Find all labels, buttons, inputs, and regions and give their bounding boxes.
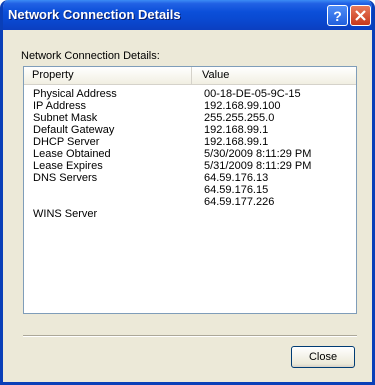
value-cell: 00-18-DE-05-9C-15	[204, 88, 301, 100]
value-cell: 5/30/2009 8:11:29 PM	[204, 148, 312, 160]
separator	[23, 335, 357, 337]
close-window-button[interactable]	[350, 5, 371, 26]
value-cell: 192.168.99.100	[204, 100, 281, 112]
property-cell: DNS Servers	[33, 172, 98, 184]
close-icon	[355, 10, 366, 21]
table-row[interactable]: Subnet Mask 255.255.255.0	[24, 112, 356, 124]
title-bar[interactable]: Network Connection Details ?	[3, 0, 372, 30]
table-row[interactable]: Default Gateway 192.168.99.1	[24, 124, 356, 136]
table-row[interactable]: Lease Expires 5/31/2009 8:11:29 PM	[24, 160, 356, 172]
property-cell: Subnet Mask	[33, 112, 98, 124]
dialog-window: Network Connection Details ? Network Con…	[0, 0, 375, 385]
close-button[interactable]: Close	[291, 346, 355, 368]
value-cell: 255.255.255.0	[204, 112, 275, 124]
list-header: Property Value	[24, 67, 356, 85]
table-row[interactable]: IP Address 192.168.99.100	[24, 100, 356, 112]
property-cell: Lease Obtained	[33, 148, 111, 160]
value-cell: 64.59.176.13	[204, 172, 269, 184]
value-cell: 192.168.99.1	[204, 124, 269, 136]
question-mark-icon: ?	[333, 8, 342, 24]
column-header-value[interactable]: Value	[193, 67, 356, 84]
table-row[interactable]: DHCP Server 192.168.99.1	[24, 136, 356, 148]
window-title: Network Connection Details	[8, 7, 181, 22]
property-cell: Physical Address	[33, 88, 117, 100]
value-cell: 192.168.99.1	[204, 136, 269, 148]
details-list[interactable]: Property Value Physical Address 00-18-DE-…	[23, 66, 357, 314]
svg-text:?: ?	[333, 8, 342, 24]
table-row[interactable]: DNS Servers 64.59.176.13	[24, 172, 356, 184]
value-cell: 64.59.176.15	[204, 184, 269, 196]
table-row[interactable]: Lease Obtained 5/30/2009 8:11:29 PM	[24, 148, 356, 160]
table-row[interactable]: 64.59.176.15	[24, 184, 356, 196]
property-cell: Default Gateway	[33, 124, 115, 136]
details-heading: Network Connection Details:	[21, 50, 160, 62]
property-cell: IP Address	[33, 100, 86, 112]
table-row[interactable]: Physical Address 00-18-DE-05-9C-15	[24, 88, 356, 100]
property-cell: Lease Expires	[33, 160, 103, 172]
table-row[interactable]: 64.59.177.226	[24, 196, 356, 208]
help-button[interactable]: ?	[327, 5, 348, 26]
value-cell: 5/31/2009 8:11:29 PM	[204, 160, 312, 172]
table-row[interactable]: WINS Server	[24, 208, 356, 220]
value-cell: 64.59.177.226	[204, 196, 275, 208]
column-header-property[interactable]: Property	[24, 67, 192, 84]
property-cell: WINS Server	[33, 208, 98, 220]
property-cell: DHCP Server	[33, 136, 100, 148]
